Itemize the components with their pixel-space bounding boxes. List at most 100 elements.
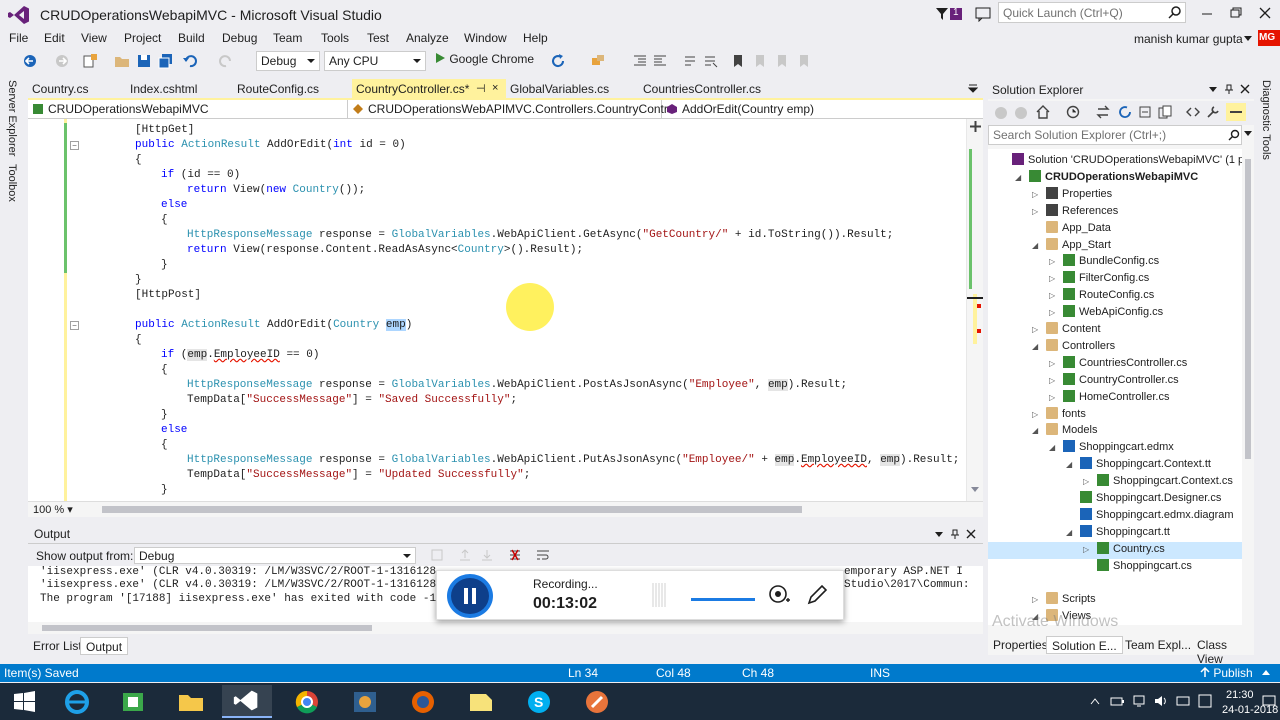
clock-time[interactable]: 21:30	[1226, 689, 1254, 701]
tree-item[interactable]: ▷ Shoppingcart.Context.cs	[988, 474, 1242, 491]
preview-toggle-button[interactable]	[1226, 103, 1246, 121]
tree-item[interactable]: ◢ CRUDOperationsWebapiMVC	[988, 169, 1242, 187]
feedback-icon[interactable]	[975, 6, 991, 22]
start-debugging-button[interactable]: Google Chrome	[434, 52, 534, 70]
publish-button[interactable]: Publish	[1200, 666, 1253, 680]
output-scroll-thumb[interactable]	[42, 625, 372, 631]
class-dropdown[interactable]: CRUDOperationsWebAPIMVC.Controllers.Coun…	[348, 100, 675, 118]
menu-window[interactable]: Window	[464, 31, 507, 45]
tree-item[interactable]: ▷ Scripts	[988, 592, 1242, 609]
tree-item[interactable]: ▷ References	[988, 203, 1242, 221]
menu-debug[interactable]: Debug	[222, 31, 257, 45]
solution-tree[interactable]: Solution 'CRUDOperationsWebapiMVC' (1 p ◢…	[988, 149, 1242, 625]
audio-level-slider[interactable]	[691, 598, 755, 601]
collapsed-arrow-icon[interactable]: ▷	[1049, 257, 1055, 266]
back-arrow-icon[interactable]	[22, 53, 38, 69]
pause-recording-button[interactable]	[447, 574, 493, 618]
menu-project[interactable]: Project	[124, 31, 161, 45]
refresh-icon[interactable]	[550, 53, 566, 69]
chevron-down-icon[interactable]	[1244, 129, 1252, 137]
tree-item[interactable]: Shoppingcart.cs	[988, 558, 1242, 576]
solution-vertical-scrollbar[interactable]	[1242, 149, 1254, 625]
tree-item[interactable]: ▷ Properties	[988, 186, 1242, 204]
tab-index-cshtml[interactable]: Index.cshtml	[126, 79, 201, 99]
tab-countrycontroller-cs[interactable]: CountryController.cs* ⊣ ×	[352, 79, 506, 99]
forward-arrow-icon[interactable]	[1014, 106, 1028, 120]
configuration-select[interactable]: Debug	[256, 51, 320, 71]
tree-item[interactable]: Solution 'CRUDOperationsWebapiMVC' (1 p	[988, 153, 1242, 170]
back-arrow-icon[interactable]	[994, 106, 1008, 120]
prev-bookmark-icon[interactable]	[752, 53, 768, 69]
tree-item[interactable]: ▷ BundleConfig.cs	[988, 254, 1242, 271]
expanded-arrow-icon[interactable]: ◢	[1032, 342, 1038, 351]
tree-item[interactable]: ▷ RouteConfig.cs	[988, 288, 1242, 305]
history-icon[interactable]	[1066, 105, 1080, 119]
solution-search-input[interactable]: Search Solution Explorer (Ctrl+;)	[988, 125, 1242, 145]
collapsed-arrow-icon[interactable]: ▷	[1032, 325, 1038, 334]
minimize-icon[interactable]	[1196, 5, 1218, 21]
expanded-arrow-icon[interactable]: ◢	[1049, 443, 1055, 452]
media-player-icon[interactable]	[340, 685, 390, 718]
forward-arrow-icon[interactable]	[54, 53, 70, 69]
undo-icon[interactable]	[182, 53, 198, 69]
pin-icon[interactable]: ⊣	[476, 82, 486, 95]
recorder-app-icon[interactable]	[572, 685, 622, 718]
collapsed-arrow-icon[interactable]: ▷	[1032, 207, 1038, 216]
tree-item[interactable]: ◢ Shoppingcart.edmx	[988, 440, 1242, 457]
save-icon[interactable]	[136, 53, 152, 69]
collapsed-arrow-icon[interactable]: ▷	[1032, 190, 1038, 199]
tree-item[interactable]: ◢ Models	[988, 423, 1242, 440]
menu-file[interactable]: File	[9, 31, 28, 45]
collapsed-arrow-icon[interactable]: ▷	[1049, 393, 1055, 402]
store-icon[interactable]	[108, 685, 158, 718]
new-project-icon[interactable]	[82, 53, 98, 69]
tab-class-view[interactable]: Class View	[1192, 636, 1254, 666]
tree-item[interactable]: ◢ App_Start	[988, 237, 1242, 255]
expanded-arrow-icon[interactable]: ◢	[1066, 460, 1072, 469]
tab-countriescontroller-cs[interactable]: CountriesController.cs	[639, 79, 765, 99]
collapsed-arrow-icon[interactable]: ▷	[1049, 376, 1055, 385]
browser-link-icon[interactable]	[590, 53, 606, 69]
tree-item[interactable]: ◢ Controllers	[988, 338, 1242, 356]
next-message-icon[interactable]	[480, 548, 494, 562]
collapsed-arrow-icon[interactable]: ▷	[1049, 308, 1055, 317]
chevron-down-icon[interactable]	[934, 529, 944, 539]
file-explorer-icon[interactable]	[166, 685, 216, 718]
code-view-icon[interactable]	[1186, 105, 1200, 119]
zoom-select[interactable]: 100 % ▾	[30, 502, 92, 517]
chevron-up-icon[interactable]	[1262, 669, 1270, 677]
chrome-icon[interactable]	[282, 685, 332, 718]
collapsed-arrow-icon[interactable]: ▷	[1049, 274, 1055, 283]
open-file-icon[interactable]	[114, 53, 130, 69]
home-icon[interactable]	[1036, 105, 1050, 119]
tab-country-cs[interactable]: Country.cs	[28, 79, 92, 99]
server-explorer-tab[interactable]: Server Explorer	[6, 80, 18, 156]
collapse-all-icon[interactable]	[1138, 105, 1152, 119]
tree-item[interactable]: ◢ Shoppingcart.tt	[988, 524, 1242, 542]
pin-icon[interactable]	[950, 529, 960, 539]
webcam-icon[interactable]	[767, 583, 791, 607]
collapsed-arrow-icon[interactable]: ▷	[1083, 477, 1089, 486]
network-icon[interactable]	[1132, 694, 1146, 708]
comment-icon[interactable]	[682, 53, 698, 69]
drag-grip-icon[interactable]	[651, 583, 667, 607]
notifications-icon[interactable]: 1	[935, 6, 963, 22]
search-icon[interactable]	[1168, 5, 1182, 19]
tree-item[interactable]: ▷ HomeController.cs	[988, 389, 1242, 407]
bookmark-icon[interactable]	[730, 53, 746, 69]
outdent-icon[interactable]	[652, 53, 668, 69]
skype-icon[interactable]: S	[514, 685, 564, 718]
chevron-down-icon[interactable]	[1244, 36, 1252, 42]
uncomment-icon[interactable]	[702, 53, 718, 69]
menu-view[interactable]: View	[81, 31, 107, 45]
scroll-down-icon[interactable]	[971, 487, 979, 493]
collapsed-arrow-icon[interactable]: ▷	[1049, 291, 1055, 300]
volume-icon[interactable]	[1154, 694, 1168, 708]
windows-start-icon[interactable]	[0, 685, 50, 718]
tree-item[interactable]: ▷ WebApiConfig.cs	[988, 305, 1242, 322]
menu-test[interactable]: Test	[367, 31, 389, 45]
tab-globalvariables-cs[interactable]: GlobalVariables.cs	[506, 79, 613, 99]
tab-routeconfig-cs[interactable]: RouteConfig.cs	[233, 79, 323, 99]
tab-overflow-icon[interactable]	[968, 83, 978, 93]
sync-icon[interactable]	[1096, 105, 1110, 119]
